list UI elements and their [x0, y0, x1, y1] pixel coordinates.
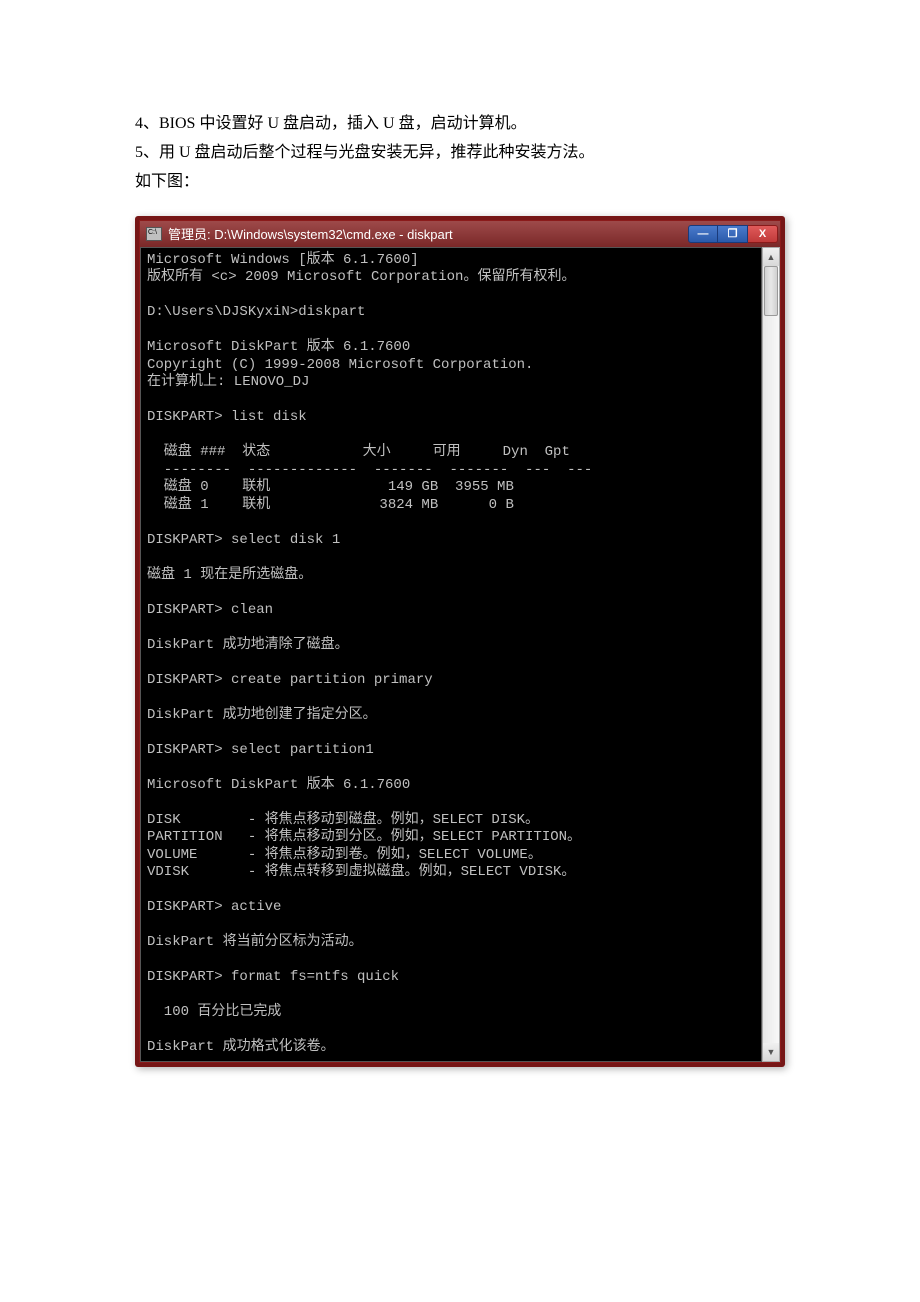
terminal-output[interactable]: Microsoft Windows [版本 6.1.7600] 版权所有 <c>…	[140, 247, 762, 1062]
term-line: DiskPart 成功格式化该卷。	[147, 1039, 335, 1055]
term-line: DISK - 将焦点移动到磁盘。例如，SELECT DISK。	[147, 812, 539, 828]
scroll-down-icon[interactable]: ▼	[763, 1043, 779, 1061]
term-line: 100 百分比已完成	[147, 1004, 281, 1020]
term-line: DiskPart 成功地清除了磁盘。	[147, 637, 349, 653]
maximize-button[interactable]: ❐	[718, 225, 748, 243]
term-line: VOLUME - 将焦点移动到卷。例如，SELECT VOLUME。	[147, 847, 542, 863]
term-line: DISKPART> select disk 1	[147, 532, 340, 548]
scroll-thumb[interactable]	[764, 266, 778, 316]
term-line: DiskPart 成功地创建了指定分区。	[147, 707, 377, 723]
term-line: 在计算机上: LENOVO_DJ	[147, 374, 309, 390]
term-line: 磁盘 1 现在是所选磁盘。	[147, 567, 312, 583]
term-line: Microsoft Windows [版本 6.1.7600]	[147, 252, 419, 268]
doc-line-2: 5、用 U 盘启动后整个过程与光盘安装无异，推荐此种安装方法。	[135, 139, 785, 166]
titlebar[interactable]: 管理员: D:\Windows\system32\cmd.exe - diskp…	[140, 221, 780, 247]
term-line: 版权所有 <c> 2009 Microsoft Corporation。保留所有…	[147, 269, 575, 285]
term-line: DISKPART> create partition primary	[147, 672, 433, 688]
term-line: DISKPART> list disk	[147, 409, 307, 425]
term-line: DISKPART> format fs=ntfs quick	[147, 969, 399, 985]
cmd-icon	[146, 227, 162, 241]
term-line: PARTITION - 将焦点移动到分区。例如，SELECT PARTITION…	[147, 829, 581, 845]
term-line: Copyright (C) 1999-2008 Microsoft Corpor…	[147, 357, 533, 373]
close-button[interactable]: X	[748, 225, 778, 243]
term-line: 磁盘 0 联机 149 GB 3955 MB	[147, 479, 514, 495]
term-line: 磁盘 1 联机 3824 MB 0 B	[147, 497, 514, 513]
cmd-window: 管理员: D:\Windows\system32\cmd.exe - diskp…	[135, 216, 785, 1067]
doc-line-1: 4、BIOS 中设置好 U 盘启动，插入 U 盘，启动计算机。	[135, 110, 785, 137]
terminal-frame: Microsoft Windows [版本 6.1.7600] 版权所有 <c>…	[140, 247, 780, 1062]
term-line: Microsoft DiskPart 版本 6.1.7600	[147, 339, 410, 355]
scroll-up-icon[interactable]: ▲	[763, 248, 779, 266]
term-line: Microsoft DiskPart 版本 6.1.7600	[147, 777, 410, 793]
term-line: DISKPART> active	[147, 899, 281, 915]
scrollbar[interactable]: ▲ ▼	[762, 247, 780, 1062]
term-line: DiskPart 将当前分区标为活动。	[147, 934, 363, 950]
scroll-track[interactable]	[763, 266, 779, 1043]
term-line: 磁盘 ### 状态 大小 可用 Dyn Gpt	[147, 444, 570, 460]
term-line: DISKPART> select partition1	[147, 742, 374, 758]
window-title: 管理员: D:\Windows\system32\cmd.exe - diskp…	[168, 224, 688, 243]
doc-line-3: 如下图：	[135, 168, 785, 195]
term-line: -------- ------------- ------- ------- -…	[147, 462, 592, 478]
term-line: VDISK - 将焦点转移到虚拟磁盘。例如，SELECT VDISK。	[147, 864, 575, 880]
term-line: DISKPART> clean	[147, 602, 273, 618]
window-buttons: — ❐ X	[688, 225, 778, 243]
term-line: D:\Users\DJSKyxiN>diskpart	[147, 304, 365, 320]
minimize-button[interactable]: —	[688, 225, 718, 243]
